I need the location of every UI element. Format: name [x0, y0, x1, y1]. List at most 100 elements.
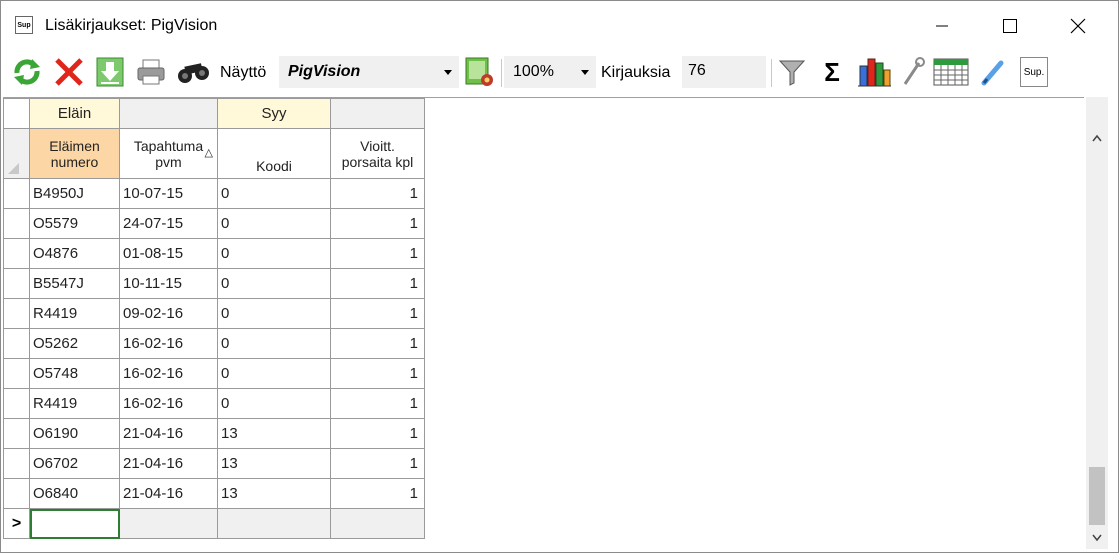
- column-header-elaimen-numero[interactable]: Eläimen numero: [29, 128, 120, 179]
- table-cell[interactable]: 1: [330, 448, 425, 479]
- table-cell[interactable]: 13: [217, 448, 331, 479]
- table-row[interactable]: B5547J 10-11-15 0 1: [3, 268, 425, 299]
- table-cell[interactable]: 1: [330, 208, 425, 239]
- table-row[interactable]: O5262 16-02-16 0 1: [3, 328, 425, 359]
- sup-button[interactable]: Sup.: [1017, 55, 1051, 89]
- table-cell[interactable]: O5262: [29, 328, 120, 359]
- vertical-scrollbar[interactable]: [1086, 97, 1108, 549]
- table-cell[interactable]: 01-08-15: [119, 238, 218, 269]
- table-row[interactable]: O6190 21-04-16 13 1: [3, 418, 425, 449]
- row-header[interactable]: [3, 268, 30, 299]
- table-cell[interactable]: 10-07-15: [119, 178, 218, 209]
- row-header[interactable]: [3, 358, 30, 389]
- table-cell[interactable]: 0: [217, 388, 331, 419]
- table-cell[interactable]: 1: [330, 178, 425, 209]
- table-cell[interactable]: 10-11-15: [119, 268, 218, 299]
- minimize-button[interactable]: [919, 1, 965, 51]
- scroll-up-button[interactable]: [1086, 127, 1108, 149]
- column-header-tapahtuma-pvm[interactable]: Tapahtuma pvm △: [119, 128, 218, 179]
- scroll-thumb[interactable]: [1089, 467, 1105, 525]
- group-header-syy[interactable]: Syy: [217, 98, 331, 129]
- delete-button[interactable]: [51, 55, 87, 89]
- zoom-select[interactable]: 100%: [504, 56, 596, 88]
- table-cell[interactable]: O6840: [29, 478, 120, 509]
- table-cell[interactable]: 1: [330, 478, 425, 509]
- table-cell[interactable]: 21-04-16: [119, 478, 218, 509]
- table-cell[interactable]: 1: [330, 358, 425, 389]
- table-row[interactable]: O5579 24-07-15 0 1: [3, 208, 425, 239]
- group-header-blank[interactable]: [119, 98, 218, 129]
- table-cell[interactable]: 0: [217, 238, 331, 269]
- row-header[interactable]: [3, 238, 30, 269]
- calendar-button[interactable]: [931, 55, 971, 89]
- table-cell[interactable]: 09-02-16: [119, 298, 218, 329]
- table-row[interactable]: R4419 09-02-16 0 1: [3, 298, 425, 329]
- group-header-elain[interactable]: Eläin: [29, 98, 120, 129]
- table-cell[interactable]: 0: [217, 358, 331, 389]
- download-button[interactable]: [93, 55, 127, 89]
- table-cell[interactable]: O6190: [29, 418, 120, 449]
- search-button[interactable]: [175, 55, 215, 89]
- edit-button[interactable]: [977, 55, 1009, 89]
- table-row[interactable]: O5748 16-02-16 0 1: [3, 358, 425, 389]
- table-cell[interactable]: 16-02-16: [119, 358, 218, 389]
- refresh-button[interactable]: [9, 55, 45, 89]
- table-cell[interactable]: 1: [330, 298, 425, 329]
- table-cell[interactable]: 0: [217, 178, 331, 209]
- new-cell[interactable]: [330, 508, 425, 539]
- sum-button[interactable]: Σ: [815, 55, 849, 89]
- new-cell[interactable]: [119, 508, 218, 539]
- row-header[interactable]: [3, 178, 30, 209]
- row-header[interactable]: [3, 478, 30, 509]
- new-row[interactable]: >: [3, 508, 425, 539]
- active-new-cell[interactable]: [29, 508, 120, 539]
- table-row[interactable]: O6702 21-04-16 13 1: [3, 448, 425, 479]
- row-header[interactable]: [3, 298, 30, 329]
- chart-button[interactable]: [855, 55, 893, 89]
- table-cell[interactable]: O6702: [29, 448, 120, 479]
- table-row[interactable]: O4876 01-08-15 0 1: [3, 238, 425, 269]
- table-cell[interactable]: 1: [330, 328, 425, 359]
- new-cell[interactable]: [217, 508, 331, 539]
- row-header[interactable]: [3, 328, 30, 359]
- row-header[interactable]: [3, 448, 30, 479]
- view-select[interactable]: PigVision: [279, 56, 459, 88]
- tools-button[interactable]: [899, 55, 927, 89]
- print-button[interactable]: [133, 55, 169, 89]
- table-cell[interactable]: R4419: [29, 298, 120, 329]
- table-cell[interactable]: 0: [217, 208, 331, 239]
- table-cell[interactable]: 21-04-16: [119, 448, 218, 479]
- table-cell[interactable]: O5748: [29, 358, 120, 389]
- table-cell[interactable]: 0: [217, 298, 331, 329]
- report-settings-button[interactable]: [461, 55, 497, 89]
- table-row[interactable]: O6840 21-04-16 13 1: [3, 478, 425, 509]
- table-cell[interactable]: B5547J: [29, 268, 120, 299]
- column-header-koodi[interactable]: Koodi: [217, 128, 331, 179]
- row-header[interactable]: [3, 208, 30, 239]
- group-header-blank[interactable]: [330, 98, 425, 129]
- table-cell[interactable]: 1: [330, 238, 425, 269]
- row-header[interactable]: [3, 388, 30, 419]
- table-cell[interactable]: 13: [217, 418, 331, 449]
- table-cell[interactable]: 16-02-16: [119, 388, 218, 419]
- table-row[interactable]: B4950J 10-07-15 0 1: [3, 178, 425, 209]
- table-cell[interactable]: 1: [330, 268, 425, 299]
- table-cell[interactable]: 0: [217, 328, 331, 359]
- table-cell[interactable]: 0: [217, 268, 331, 299]
- scroll-down-button[interactable]: [1086, 527, 1108, 549]
- row-header[interactable]: [3, 418, 30, 449]
- table-cell[interactable]: R4419: [29, 388, 120, 419]
- table-cell[interactable]: 16-02-16: [119, 328, 218, 359]
- column-header-vioitt-porsaita[interactable]: Vioitt. porsaita kpl: [330, 128, 425, 179]
- table-cell[interactable]: 1: [330, 388, 425, 419]
- close-button[interactable]: [1055, 1, 1101, 51]
- table-cell[interactable]: O5579: [29, 208, 120, 239]
- table-cell[interactable]: B4950J: [29, 178, 120, 209]
- filter-button[interactable]: [775, 55, 809, 89]
- table-cell[interactable]: 24-07-15: [119, 208, 218, 239]
- maximize-button[interactable]: [987, 1, 1033, 51]
- select-all-corner[interactable]: [3, 128, 30, 179]
- table-cell[interactable]: 21-04-16: [119, 418, 218, 449]
- table-cell[interactable]: 1: [330, 418, 425, 449]
- table-cell[interactable]: O4876: [29, 238, 120, 269]
